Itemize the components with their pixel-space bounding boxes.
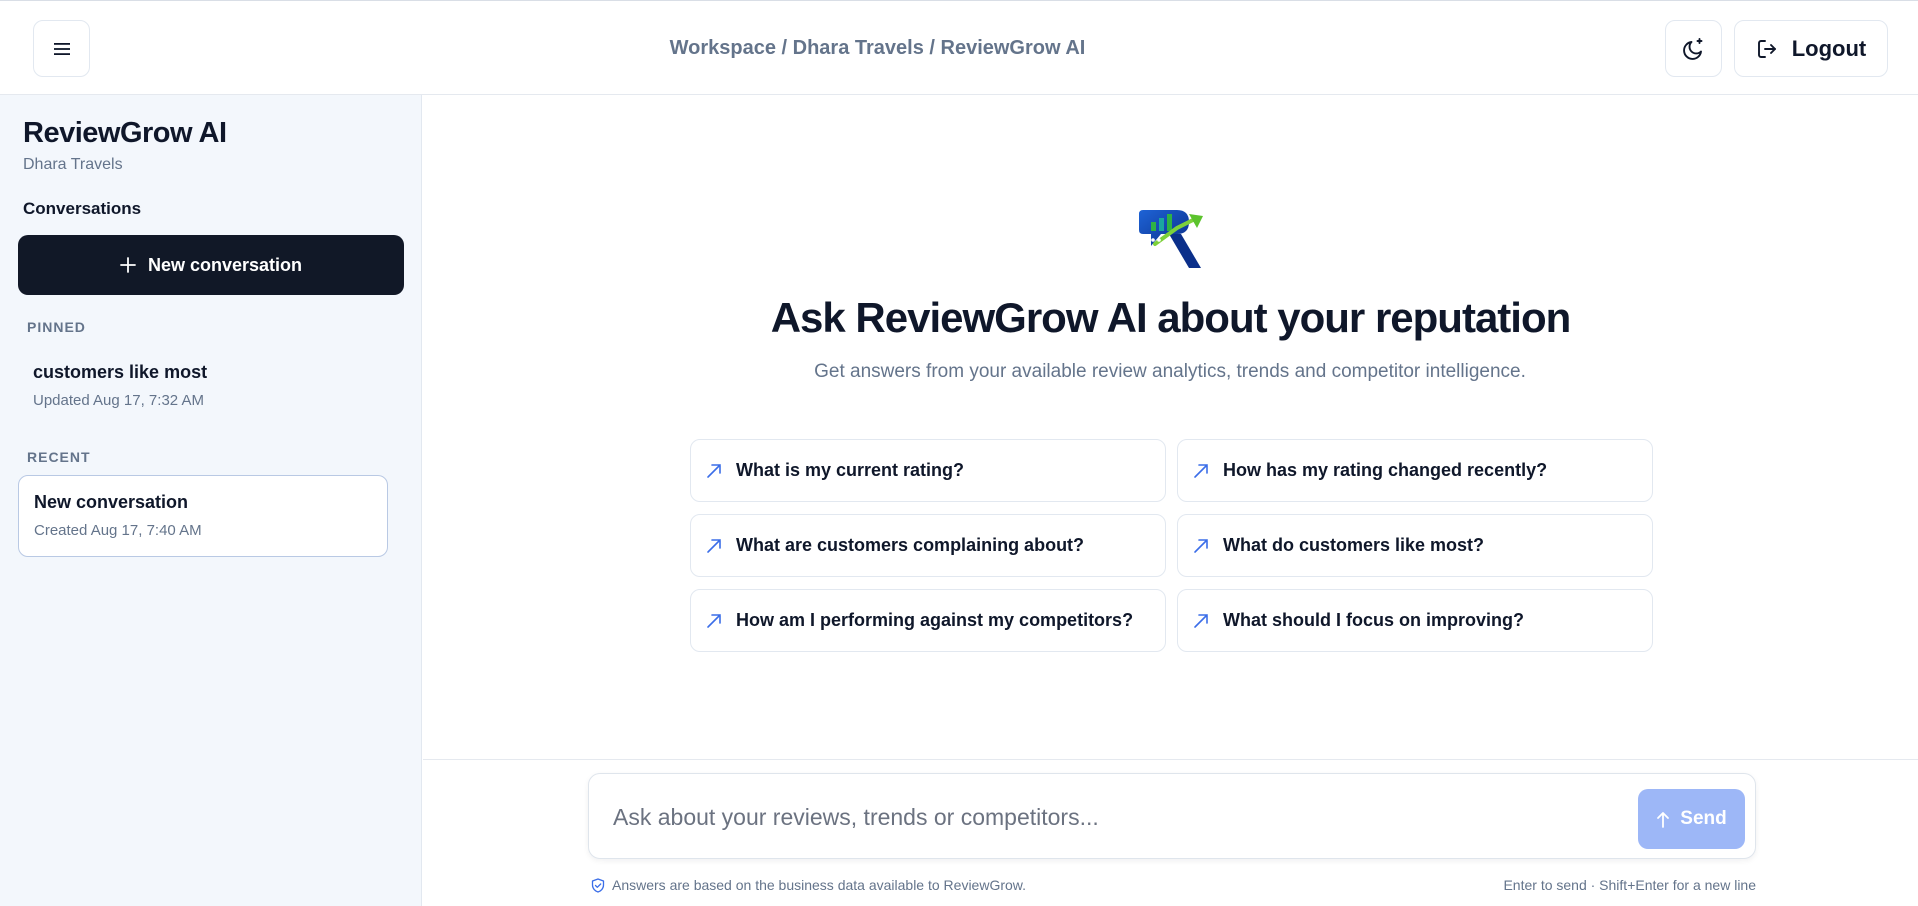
new-conversation-label: New conversation — [147, 254, 303, 275]
main-panel: Ask ReviewGrow AI about your reputation … — [423, 95, 1918, 906]
arrow-up-right-icon — [1194, 613, 1208, 628]
arrow-up-right-icon — [707, 538, 721, 553]
composer-area: Send Answers are based on the business d… — [423, 759, 1918, 906]
app-name: ReviewGrow AI — [23, 117, 227, 149]
theme-toggle-button[interactable] — [1665, 20, 1722, 77]
shield-check-icon — [591, 877, 605, 893]
logout-label: Logout — [1791, 35, 1867, 61]
suggestion-current-rating[interactable]: What is my current rating? — [690, 439, 1166, 502]
arrow-up-right-icon — [707, 613, 721, 628]
moon-icon — [1682, 37, 1702, 60]
pinned-label: PINNED — [27, 319, 86, 335]
conversation-title: customers like most — [33, 362, 208, 382]
send-label: Send — [1680, 808, 1727, 829]
conversation-item-pinned[interactable]: customers like most Updated Aug 17, 7:32… — [18, 346, 388, 428]
arrow-up-right-icon — [707, 463, 721, 478]
conversation-time: Updated Aug 17, 7:32 AM — [33, 392, 204, 409]
suggestion-label: What is my current rating? — [736, 460, 965, 480]
send-button[interactable]: Send — [1638, 789, 1745, 849]
new-conversation-button[interactable]: New conversation — [18, 235, 404, 295]
composer: Send — [588, 773, 1756, 859]
suggestion-rating-change[interactable]: How has my rating changed recently? — [1177, 439, 1653, 502]
conversation-time: Created Aug 17, 7:40 AM — [34, 522, 202, 539]
business-name: Dhara Travels — [23, 156, 123, 173]
suggestion-label: What are customers complaining about? — [736, 535, 1085, 555]
hero-subtitle: Get answers from your available review a… — [814, 361, 1526, 382]
recent-label: RECENT — [27, 449, 91, 465]
hero-title: Ask ReviewGrow AI about your reputation — [770, 294, 1572, 341]
plus-icon — [120, 257, 136, 273]
logout-button[interactable]: Logout — [1734, 20, 1888, 77]
arrow-up-right-icon — [1194, 463, 1208, 478]
top-bar: Workspace / Dhara Travels / ReviewGrow A… — [0, 0, 1918, 95]
suggestion-label: What do customers like most? — [1223, 535, 1485, 555]
suggestion-focus[interactable]: What should I focus on improving? — [1177, 589, 1653, 652]
conversation-title: New conversation — [34, 492, 189, 512]
suggestion-label: How am I performing against my competito… — [736, 610, 1134, 630]
conversations-heading: Conversations — [23, 199, 142, 218]
data-footnote: Answers are based on the business data a… — [591, 877, 1026, 893]
suggestion-competitors[interactable]: How am I performing against my competito… — [690, 589, 1166, 652]
arrow-up-right-icon — [1194, 538, 1208, 553]
logout-icon — [1757, 39, 1776, 58]
conversation-item-recent[interactable]: New conversation Created Aug 17, 7:40 AM — [18, 475, 388, 557]
suggestion-complaints[interactable]: What are customers complaining about? — [690, 514, 1166, 577]
message-input[interactable] — [613, 800, 1613, 834]
footnote-text: Answers are based on the business data a… — [612, 877, 1027, 893]
suggestion-label: What should I focus on improving? — [1223, 610, 1524, 630]
sidebar: ReviewGrow AI Dhara Travels Conversation… — [0, 95, 422, 906]
suggestion-likes[interactable]: What do customers like most? — [1177, 514, 1653, 577]
reviewgrow-logo — [1139, 210, 1203, 268]
arrow-up-icon — [1657, 811, 1670, 828]
breadcrumb: Workspace / Dhara Travels / ReviewGrow A… — [669, 37, 1086, 59]
suggestion-label: How has my rating changed recently? — [1223, 460, 1548, 480]
shortcut-hint: Enter to send · Shift+Enter for a new li… — [1503, 877, 1756, 893]
